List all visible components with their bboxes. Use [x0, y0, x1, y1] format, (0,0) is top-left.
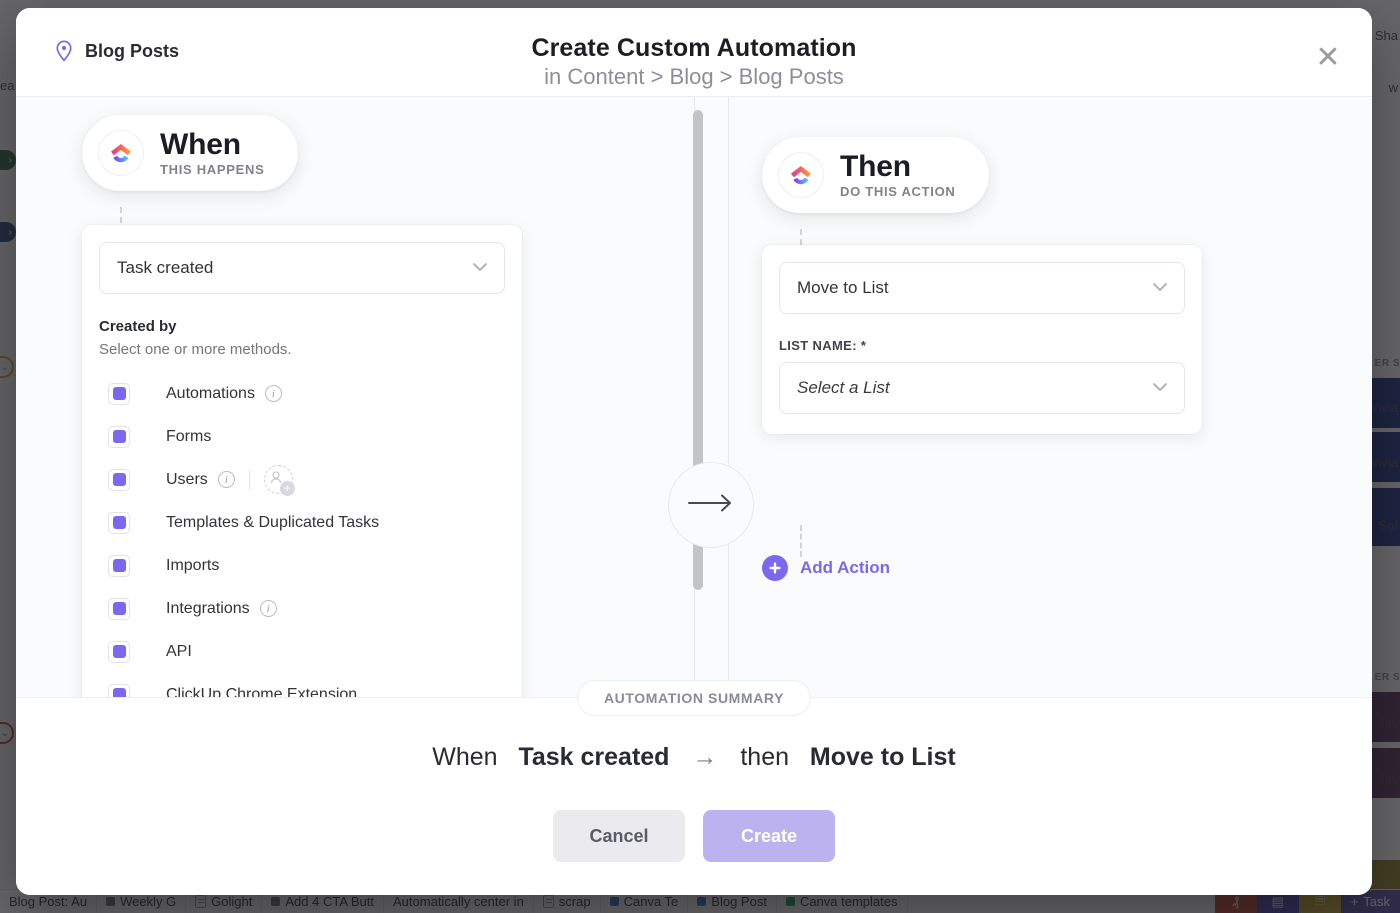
summary-when-word: When: [432, 743, 497, 771]
then-stage-word: Then: [840, 151, 955, 183]
then-stage-pill: Then DO THIS ACTION: [762, 137, 989, 213]
chevron-down-icon: [473, 259, 487, 277]
create-automation-modal: Blog Posts Create Custom Automation in C…: [16, 8, 1372, 895]
plus-circle-icon: [762, 555, 788, 581]
modal-subtitle-path: in Content > Blog > Blog Posts: [16, 64, 1372, 90]
when-stage-word: When: [160, 129, 264, 161]
breadcrumb-label: Blog Posts: [85, 41, 179, 62]
plus-badge-icon: +: [280, 481, 295, 496]
clickup-logo-icon: [778, 152, 824, 198]
checkbox-check-mark: [113, 430, 126, 443]
method-row[interactable]: Imports: [82, 544, 522, 587]
list-select-placeholder: Select a List: [797, 378, 890, 398]
modal-header: Blog Posts Create Custom Automation in C…: [16, 8, 1372, 96]
action-select[interactable]: Move to List: [779, 262, 1185, 314]
location-pin-icon: [54, 40, 74, 62]
clickup-logo-icon: [98, 130, 144, 176]
arrow-right-icon: [688, 493, 734, 518]
automation-summary-chip: AUTOMATION SUMMARY: [577, 680, 811, 716]
add-user-avatar-icon[interactable]: +: [264, 465, 293, 494]
method-label: Users: [166, 471, 208, 489]
checkbox-check-mark: [113, 645, 126, 658]
trigger-select[interactable]: Task created: [99, 242, 505, 294]
method-row[interactable]: ClickUp Chrome Extension: [82, 673, 522, 697]
checkbox-check-mark: [113, 473, 126, 486]
checkbox-integrations[interactable]: [108, 598, 130, 620]
add-action-label: Add Action: [800, 558, 890, 578]
add-action-button[interactable]: Add Action: [762, 555, 890, 581]
method-label: Templates & Duplicated Tasks: [166, 514, 379, 532]
modal-body: When THIS HAPPENS Task created Created b…: [16, 96, 1372, 697]
close-icon[interactable]: ✕: [1308, 38, 1348, 78]
automation-summary-line: When Task created → then Move to List: [16, 743, 1372, 772]
method-label: Forms: [166, 428, 211, 446]
add-action-connector-line: [800, 525, 802, 557]
checkbox-automations[interactable]: [108, 383, 130, 405]
modal-button-row: Cancel Create: [16, 810, 1372, 862]
when-stage-pill: When THIS HAPPENS: [82, 115, 298, 191]
summary-arrow-icon: →: [692, 743, 717, 771]
list-select[interactable]: Select a List: [779, 362, 1185, 414]
list-name-label: LIST NAME: *: [779, 338, 1185, 353]
checkbox-clickup-chrome-extension[interactable]: [108, 684, 130, 698]
method-row[interactable]: Usersi +: [82, 458, 522, 501]
then-stage-sub: DO THIS ACTION: [840, 184, 955, 199]
breadcrumb[interactable]: Blog Posts: [54, 40, 179, 62]
info-icon[interactable]: i: [265, 385, 282, 402]
checkbox-check-mark: [113, 602, 126, 615]
when-panel: Task created Created by Select one or mo…: [82, 225, 522, 697]
method-label: Automations: [166, 385, 255, 403]
center-divider-right: [728, 97, 729, 697]
when-stage-text: When THIS HAPPENS: [160, 129, 264, 177]
checkbox-forms[interactable]: [108, 426, 130, 448]
created-by-subtext: Select one or more methods.: [99, 341, 505, 358]
method-row[interactable]: Automations i: [82, 372, 522, 415]
checkbox-users[interactable]: [108, 469, 130, 491]
when-stage-sub: THIS HAPPENS: [160, 162, 264, 177]
chevron-down-icon: [1153, 379, 1167, 397]
info-icon[interactable]: i: [218, 471, 235, 488]
method-row[interactable]: Forms: [82, 415, 522, 458]
cancel-button[interactable]: Cancel: [553, 810, 685, 862]
info-icon[interactable]: i: [260, 600, 277, 617]
modal-title-block: Create Custom Automation in Content > Bl…: [16, 34, 1372, 90]
then-panel-padding: [762, 414, 1202, 434]
trigger-select-value: Task created: [117, 258, 213, 278]
method-row[interactable]: Templates & Duplicated Tasks: [82, 501, 522, 544]
flow-arrow-button[interactable]: [668, 462, 754, 548]
summary-trigger: Task created: [518, 743, 669, 771]
modal-footer: AUTOMATION SUMMARY When Task created → t…: [16, 697, 1372, 895]
created-by-heading: Created by: [99, 318, 505, 335]
created-by-method-list: AutomationsiFormsUsersi+Templates & Dupl…: [82, 372, 522, 697]
method-label: Integrations: [166, 600, 250, 618]
checkbox-check-mark: [113, 387, 126, 400]
summary-then-word: then: [740, 743, 789, 771]
chevron-down-icon: [1153, 279, 1167, 297]
method-row[interactable]: API: [82, 630, 522, 673]
method-label: ClickUp Chrome Extension: [166, 686, 357, 698]
summary-action: Move to List: [810, 743, 956, 771]
then-stage-text: Then DO THIS ACTION: [840, 151, 955, 199]
create-button[interactable]: Create: [703, 810, 835, 862]
page-title: Create Custom Automation: [16, 34, 1372, 63]
checkbox-api[interactable]: [108, 641, 130, 663]
checkbox-imports[interactable]: [108, 555, 130, 577]
checkbox-check-mark: [113, 688, 126, 697]
divider: [249, 470, 250, 490]
checkbox-check-mark: [113, 516, 126, 529]
then-panel: Move to List LIST NAME: * Select a List: [762, 245, 1202, 434]
method-row[interactable]: Integrations i: [82, 587, 522, 630]
method-label: API: [166, 643, 192, 661]
checkbox-check-mark: [113, 559, 126, 572]
method-label: Imports: [166, 557, 219, 575]
action-select-value: Move to List: [797, 278, 889, 298]
checkbox-templates-duplicated-tasks[interactable]: [108, 512, 130, 534]
